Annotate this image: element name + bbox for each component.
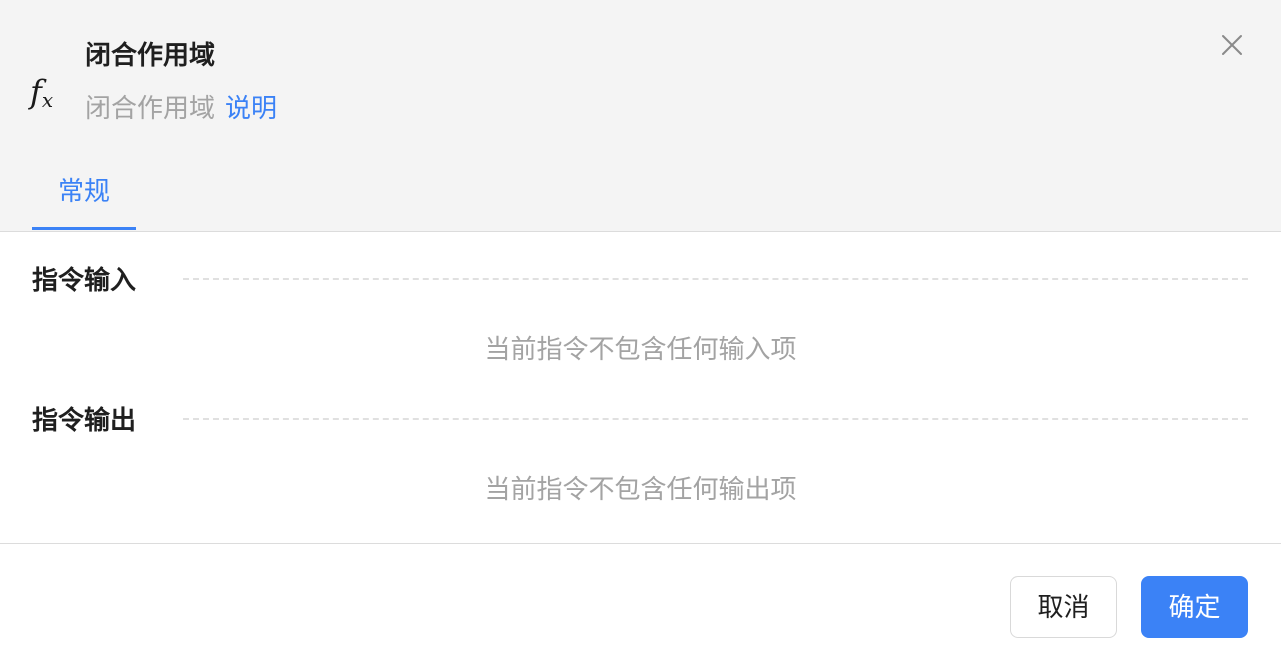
section-divider-input xyxy=(183,278,1248,280)
section-divider-output xyxy=(183,418,1248,420)
cancel-button[interactable]: 取消 xyxy=(1010,576,1117,638)
dialog-subtitle: 闭合作用域 说明 xyxy=(85,92,277,126)
fx-icon-main: f xyxy=(30,73,42,111)
empty-input-text: 当前指令不包含任何输入项 xyxy=(484,335,797,365)
fx-function-icon: fx xyxy=(30,72,53,120)
tab-general[interactable]: 常规 xyxy=(32,172,136,230)
dialog-subtitle-text: 闭合作用域 xyxy=(85,94,216,124)
footer-divider xyxy=(0,543,1281,544)
help-link[interactable]: 说明 xyxy=(225,94,277,124)
close-icon xyxy=(1222,35,1242,55)
dialog-header: fx 闭合作用域 闭合作用域 说明 常规 xyxy=(0,0,1281,232)
fx-icon-sub: x xyxy=(41,88,54,112)
instruction-dialog: fx 闭合作用域 闭合作用域 说明 常规 指令输入 当前指令不包含任何输入项 指令… xyxy=(0,0,1281,671)
empty-output-text: 当前指令不包含任何输出项 xyxy=(484,475,797,505)
tab-active-indicator xyxy=(32,227,136,230)
section-title-output: 指令输出 xyxy=(32,406,137,436)
confirm-button[interactable]: 确定 xyxy=(1141,576,1248,638)
section-title-input: 指令输入 xyxy=(32,266,137,296)
dialog-title: 闭合作用域 xyxy=(85,41,216,71)
close-button[interactable] xyxy=(1217,30,1247,60)
